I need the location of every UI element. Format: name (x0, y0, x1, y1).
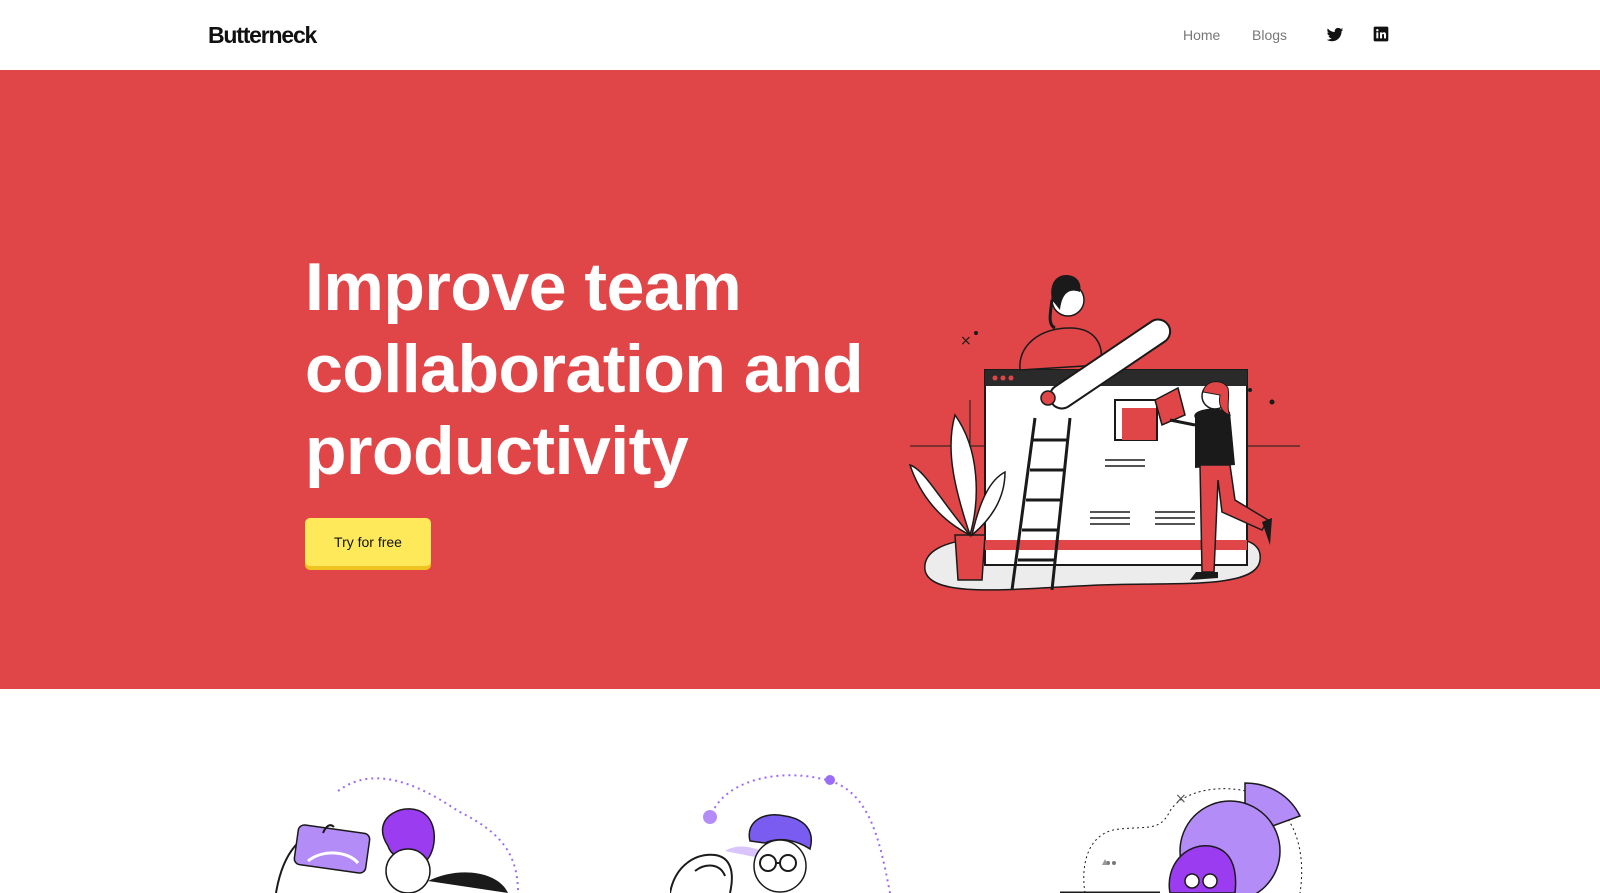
person-with-glasses-illustration (670, 774, 891, 893)
linkedin-icon[interactable] (1373, 26, 1391, 44)
team-collaboration-illustration: × (908, 275, 1300, 591)
nav-link-home[interactable]: Home (1183, 27, 1220, 43)
svg-text:×: × (960, 333, 972, 349)
hero-title-line-3: productivity (305, 413, 689, 489)
navbar: Butterneck Home Blogs (0, 0, 1600, 70)
nav-link-blogs[interactable]: Blogs (1252, 27, 1287, 43)
hero-title-line-2: collaboration and (305, 331, 864, 407)
try-for-free-button[interactable]: Try for free (305, 518, 431, 566)
hero-title: Improve team collaboration and productiv… (305, 246, 905, 492)
hero-section: Improve team collaboration and productiv… (0, 70, 1600, 689)
person-with-tablet-illustration (275, 777, 519, 893)
brand-logo[interactable]: Butterneck (208, 22, 317, 49)
twitter-icon[interactable] (1326, 26, 1344, 44)
hero-title-line-1: Improve team (305, 249, 742, 325)
person-with-pie-chart-illustration: × (1060, 782, 1303, 893)
svg-text:×: × (1175, 791, 1187, 807)
features-section: × (0, 689, 1600, 893)
